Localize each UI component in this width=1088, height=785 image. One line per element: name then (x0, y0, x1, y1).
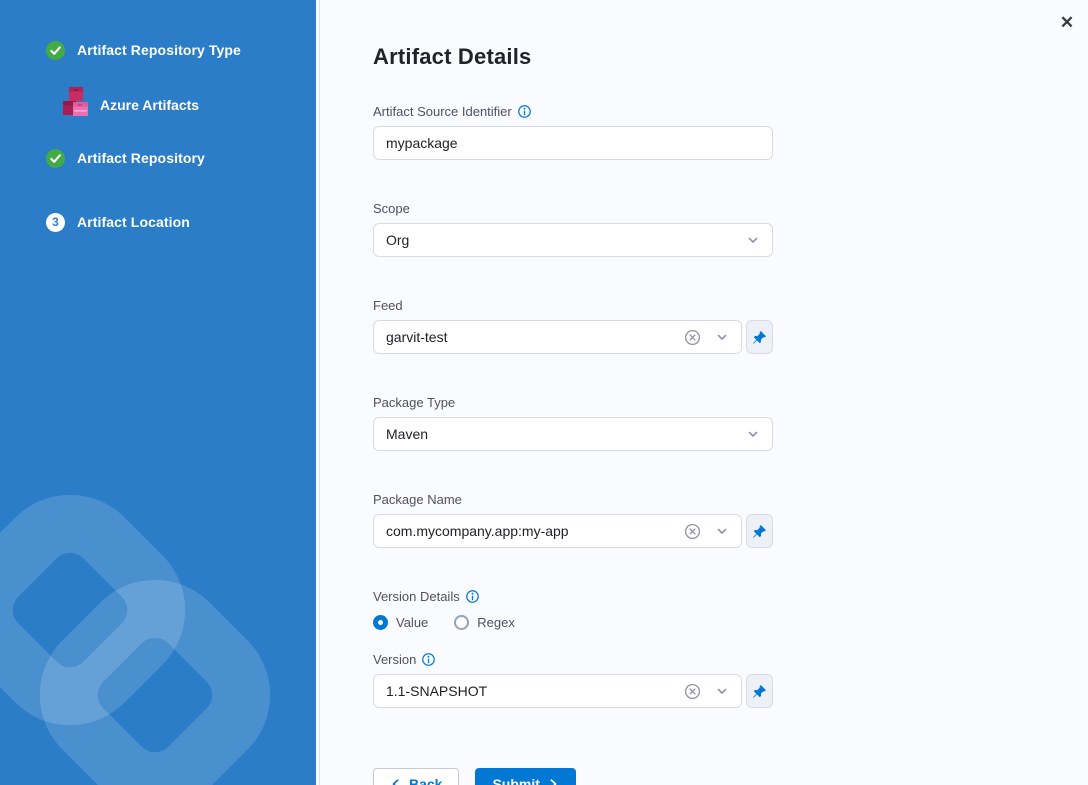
chevron-down-icon[interactable] (715, 684, 729, 698)
chevron-down-icon[interactable] (746, 233, 760, 247)
chevron-left-icon (390, 778, 402, 785)
sidebar-step-artifact-location[interactable]: 3 Artifact Location (0, 212, 316, 232)
back-button[interactable]: Back (373, 768, 459, 785)
field-package-name: Package Name com.mycompany.app:my-app (373, 492, 773, 548)
artifact-wizard-modal: Artifact Repository Type (0, 0, 1088, 785)
pin-button[interactable] (746, 514, 773, 548)
close-button[interactable]: ✕ (1054, 10, 1080, 36)
clear-icon[interactable] (684, 523, 701, 540)
package-type-value: Maven (386, 426, 746, 442)
version-select[interactable]: 1.1-SNAPSHOT (373, 674, 742, 708)
check-icon (46, 149, 65, 168)
package-type-select[interactable]: Maven (373, 417, 773, 451)
clear-icon[interactable] (684, 329, 701, 346)
field-version: Version 1.1-SNAPSHOT (373, 652, 773, 708)
package-name-select[interactable]: com.mycompany.app:my-app (373, 514, 742, 548)
sidebar-step-artifact-repository[interactable]: Artifact Repository (0, 148, 316, 168)
info-icon[interactable] (466, 590, 479, 603)
info-icon[interactable] (422, 653, 435, 666)
page-title: Artifact Details (373, 44, 1088, 70)
clear-icon[interactable] (684, 683, 701, 700)
chevron-right-icon (547, 778, 559, 785)
field-label: Feed (373, 298, 403, 313)
field-label: Package Name (373, 492, 462, 507)
sidebar-substep-azure-artifacts[interactable]: Azure Artifacts (0, 85, 316, 124)
wizard-footer: Back Submit (373, 768, 773, 785)
field-feed: Feed garvit-test (373, 298, 773, 354)
submit-button[interactable]: Submit (475, 768, 575, 785)
artifact-details-panel: ✕ Artifact Details Artifact Source Ident… (320, 0, 1088, 785)
radio-value[interactable]: Value (373, 615, 428, 630)
field-scope: Scope Org (373, 201, 773, 257)
radio-regex[interactable]: Regex (454, 615, 515, 630)
pin-icon (752, 524, 767, 539)
field-label: Version Details (373, 589, 460, 604)
field-package-type: Package Type Maven (373, 395, 773, 451)
pin-button[interactable] (746, 674, 773, 708)
field-label: Scope (373, 201, 410, 216)
harness-logo-watermark (0, 465, 316, 785)
sidebar-step-label: Artifact Repository (77, 150, 205, 166)
field-label: Package Type (373, 395, 455, 410)
wizard-sidebar: Artifact Repository Type (0, 0, 316, 785)
radio-circle-icon (373, 615, 388, 630)
version-value: 1.1-SNAPSHOT (386, 683, 684, 699)
radio-label: Regex (477, 615, 515, 630)
chevron-down-icon[interactable] (715, 524, 729, 538)
step-number-badge: 3 (46, 213, 65, 232)
back-button-label: Back (409, 776, 442, 785)
sidebar-step-label: Artifact Location (77, 214, 190, 230)
chevron-down-icon[interactable] (715, 330, 729, 344)
sidebar-step-artifact-repository-type[interactable]: Artifact Repository Type (0, 40, 316, 60)
sidebar-step-label: Artifact Repository Type (77, 42, 241, 58)
chevron-down-icon[interactable] (746, 427, 760, 441)
radio-label: Value (396, 615, 428, 630)
scope-select[interactable]: Org (373, 223, 773, 257)
scope-value: Org (386, 232, 746, 248)
check-icon (46, 41, 65, 60)
feed-value: garvit-test (386, 329, 684, 345)
artifact-source-identifier-input[interactable] (373, 126, 773, 160)
sidebar-substep-label: Azure Artifacts (100, 97, 199, 113)
pin-icon (752, 684, 767, 699)
radio-circle-icon (454, 615, 469, 630)
submit-button-label: Submit (492, 776, 539, 785)
field-label: Artifact Source Identifier (373, 104, 512, 119)
pin-icon (752, 330, 767, 345)
field-label: Version (373, 652, 416, 667)
feed-select[interactable]: garvit-test (373, 320, 742, 354)
package-name-value: com.mycompany.app:my-app (386, 523, 684, 539)
pin-button[interactable] (746, 320, 773, 354)
info-icon[interactable] (518, 105, 531, 118)
azure-artifacts-icon (62, 85, 90, 124)
artifact-details-form: Artifact Source Identifier Scope Org (373, 104, 773, 785)
field-version-details: Version Details Value Regex (373, 589, 773, 630)
field-artifact-source-identifier: Artifact Source Identifier (373, 104, 773, 160)
